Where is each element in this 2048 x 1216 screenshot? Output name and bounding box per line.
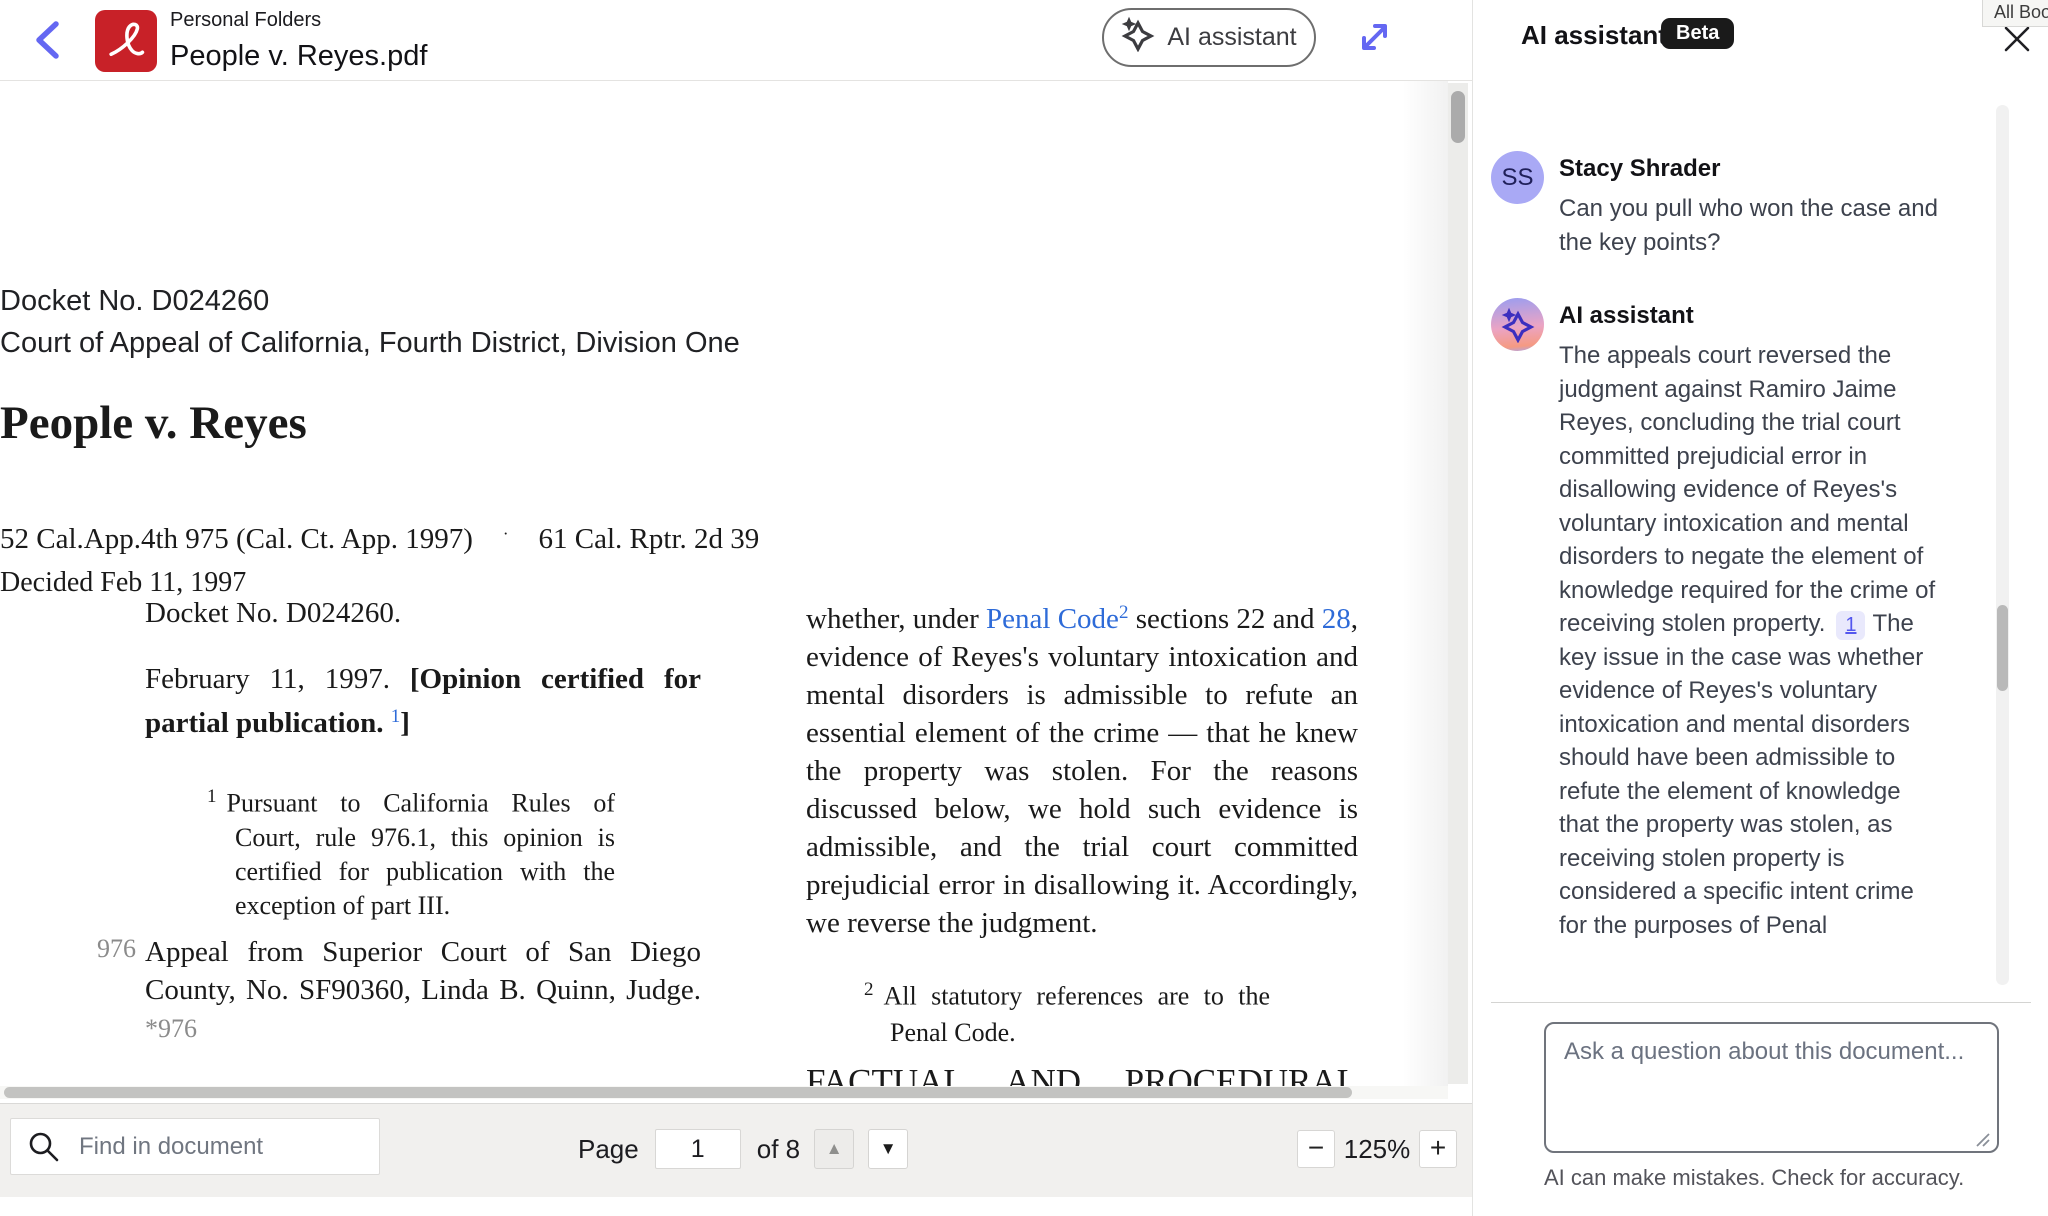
doc-text: February 11, 1997. — [145, 663, 410, 695]
magnifier-icon — [27, 1130, 61, 1164]
user-message-text: Can you pull who won the case and the ke… — [1559, 192, 1941, 259]
margin-page-number: 976 — [97, 934, 136, 964]
user-message: SS Stacy Shrader Can you pull who won th… — [1559, 155, 1941, 259]
acrobat-pdf-icon — [95, 10, 157, 72]
chat-scrollbar[interactable] — [1996, 105, 2009, 985]
triangle-up-icon: ▲ — [826, 1139, 843, 1159]
footnote-1-link[interactable]: 1 — [391, 706, 401, 727]
ai-sparkle-icon — [1121, 16, 1155, 59]
ai-disclaimer: AI can make mistakes. Check for accuracy… — [1544, 1165, 1964, 1191]
page-total: of 8 — [757, 1134, 800, 1165]
doc-footnote-1: 1 Pursuant to California Rules of Court, … — [207, 780, 615, 923]
citation-chip[interactable]: 1 — [1836, 611, 1865, 640]
section-28-link[interactable]: 28 — [1322, 603, 1351, 635]
doc-right-column: whether, under Penal Code2 sections 22 a… — [806, 594, 1358, 1088]
zoom-level: 125% — [1335, 1134, 1419, 1165]
ai-message: AI assistant The appeals court reversed … — [1559, 302, 1941, 942]
doc-left-column: Docket No. D024260. February 11, 1997. [… — [145, 594, 701, 1088]
ai-assistant-panel: AI assistant Beta SS Stacy Shrader Can y… — [1472, 0, 2048, 1216]
doc-paragraph: whether, under Penal Code2 sections 22 a… — [806, 594, 1358, 942]
citation-right: 61 Cal. Rptr. 2d 39 — [539, 523, 760, 555]
doc-court-line: Court of Appeal of California, Fourth Di… — [0, 327, 1448, 360]
doc-text: Appeal from Superior Court of San Diego … — [145, 936, 701, 1006]
ai-text: The key issue in the case was whether ev… — [1559, 610, 1923, 939]
penal-code-link[interactable]: Penal Code — [986, 603, 1119, 635]
clipped-tooltip: All Boo — [1982, 0, 2048, 27]
beta-badge: Beta — [1661, 18, 1734, 49]
footnote-text: All statutory references are to the Pena… — [884, 982, 1271, 1047]
doc-paragraph: Appeal from Superior Court of San Diego … — [145, 933, 701, 1048]
footnote-2-link[interactable]: 2 — [1119, 602, 1129, 623]
bottom-toolbar: Page of 8 ▲ ▼ − 125% + — [0, 1103, 1472, 1197]
document-viewer: Docket No. D024260 Court of Appeal of Ca… — [0, 81, 1448, 1088]
ask-question-input[interactable] — [1544, 1022, 1999, 1153]
zoom-in-button[interactable]: + — [1419, 1130, 1457, 1168]
doc-footnote-2: 2 All statutory references are to the Pen… — [864, 972, 1270, 1051]
find-input[interactable] — [79, 1133, 389, 1161]
doc-paragraph: Docket No. D024260. — [145, 594, 701, 632]
ai-text: The appeals court reversed the judgment … — [1559, 342, 1935, 637]
doc-case-title: People v. Reyes — [0, 396, 1448, 450]
page-number-input[interactable] — [655, 1129, 741, 1169]
app-header: Personal Folders People v. Reyes.pdf AI … — [0, 0, 1472, 81]
horizontal-scrollbar-thumb[interactable] — [4, 1087, 1352, 1098]
ai-name: AI assistant — [1559, 302, 1941, 330]
doc-paragraph: February 11, 1997. [Opinion certified fo… — [145, 660, 701, 742]
ai-message-text: The appeals court reversed the judgment … — [1559, 339, 1941, 942]
footnote-marker: 2 — [864, 979, 874, 1000]
citation-separator: · — [503, 524, 509, 543]
user-avatar: SS — [1491, 151, 1544, 204]
vertical-scrollbar-thumb[interactable] — [1451, 91, 1465, 143]
document-horizontal-scrollbar[interactable] — [0, 1086, 1448, 1099]
citation-left: 52 Cal.App.4th 975 (Cal. Ct. App. 1997) — [0, 523, 473, 555]
doc-section-heading: FACTUAL AND PROCEDURAL — [806, 1063, 1358, 1088]
footnote-marker: 1 — [207, 786, 217, 807]
next-page-button[interactable]: ▼ — [868, 1129, 908, 1169]
ai-sparkle-icon — [1501, 307, 1535, 343]
doc-citation-line: 52 Cal.App.4th 975 (Cal. Ct. App. 1997) ·… — [0, 523, 1448, 556]
zoom-controls: − 125% + — [1297, 1129, 1457, 1169]
breadcrumb[interactable]: Personal Folders — [170, 9, 321, 32]
close-x-icon — [2002, 42, 2032, 57]
panel-divider — [1491, 1002, 2031, 1003]
page-marker: *976 — [145, 1014, 197, 1043]
expand-diagonal-icon — [1354, 46, 1396, 61]
expand-panel-button[interactable] — [1352, 14, 1398, 62]
page-controls: Page of 8 ▲ ▼ — [578, 1129, 908, 1169]
panel-title: AI assistant — [1521, 20, 1667, 51]
previous-page-button[interactable]: ▲ — [814, 1129, 854, 1169]
user-name: Stacy Shrader — [1559, 155, 1941, 183]
back-button[interactable] — [26, 16, 72, 64]
pdf-viewer-app: Personal Folders People v. Reyes.pdf AI … — [0, 0, 2048, 1216]
find-in-document-box[interactable] — [10, 1118, 380, 1175]
document-vertical-scrollbar[interactable] — [1448, 83, 1468, 1084]
chevron-left-icon — [26, 52, 72, 67]
close-panel-button[interactable] — [2001, 24, 2033, 56]
triangle-down-icon: ▼ — [880, 1139, 897, 1159]
zoom-out-button[interactable]: − — [1297, 1130, 1335, 1168]
doc-text: , evidence of Reyes's voluntary intoxica… — [806, 603, 1358, 939]
page-label: Page — [578, 1134, 639, 1165]
ai-assistant-button[interactable]: AI assistant — [1102, 8, 1316, 67]
doc-text: whether, under — [806, 603, 986, 635]
file-title: People v. Reyes.pdf — [170, 40, 427, 73]
chat-history[interactable]: SS Stacy Shrader Can you pull who won th… — [1473, 130, 1993, 978]
ai-assistant-button-label: AI assistant — [1167, 23, 1296, 52]
doc-bold-text: ] — [400, 707, 410, 739]
doc-text: sections 22 and — [1128, 603, 1321, 635]
doc-docket-line: Docket No. D024260 — [0, 285, 1448, 318]
footnote-text: Pursuant to California Rules of Court, r… — [227, 789, 616, 920]
chat-scrollbar-thumb[interactable] — [1997, 605, 2008, 691]
ai-avatar — [1491, 298, 1544, 351]
